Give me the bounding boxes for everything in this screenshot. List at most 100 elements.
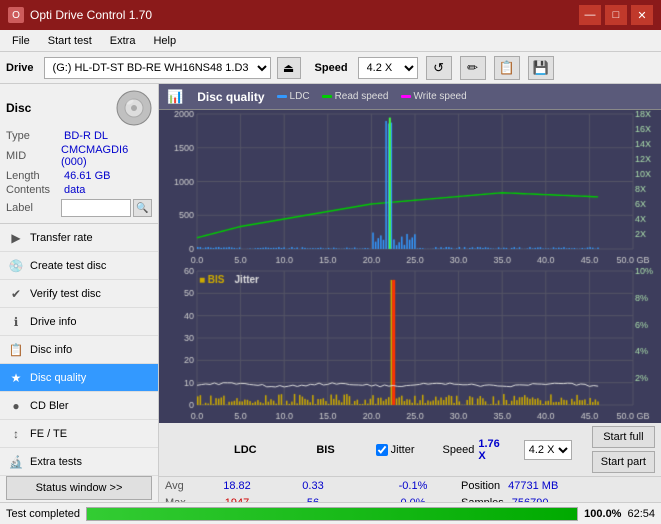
disc-info-icon: 📋: [8, 342, 24, 358]
close-button[interactable]: ✕: [631, 5, 653, 25]
stats-header: LDC BIS Jitter Speed 1.76 X 4.2 X Start …: [159, 423, 661, 477]
verify-test-disc-label: Verify test disc: [30, 288, 101, 300]
label-field-label: Label: [6, 202, 61, 214]
menu-item-help[interactable]: Help: [145, 33, 184, 49]
extra-tests-icon: 🔬: [8, 454, 24, 470]
jitter-checkbox[interactable]: [376, 444, 388, 456]
max-label: Max: [165, 497, 197, 503]
label-row: Label 🔍: [6, 199, 152, 217]
cd-bler-label: CD Bler: [30, 400, 69, 412]
extra-tests-label: Extra tests: [30, 456, 82, 468]
fe-te-icon: ↕: [8, 426, 24, 442]
bis-header: BIS: [295, 444, 355, 456]
sidebar-item-drive-info[interactable]: ℹ Drive info: [0, 308, 158, 336]
sidebar-item-fe-te[interactable]: ↕ FE / TE: [0, 420, 158, 448]
drive-info-label: Drive info: [30, 316, 76, 328]
sidebar-item-disc-quality[interactable]: ★ Disc quality: [0, 364, 158, 392]
avg-label: Avg: [165, 480, 197, 492]
disc-quality-icon: ★: [8, 370, 24, 386]
nav-items: ▶ Transfer rate 💿 Create test disc ✔Verify t…: [0, 224, 158, 476]
speed-stat-select[interactable]: 4.2 X: [524, 440, 572, 460]
title-text: Opti Drive Control 1.70: [30, 8, 152, 22]
status-window-button[interactable]: Status window >>: [6, 476, 152, 500]
write-speed-legend: Write speed: [401, 91, 467, 102]
disc-header: Disc: [6, 90, 152, 126]
top-chart: [159, 110, 661, 267]
progress-bar-container: Test completed 100.0% 62:54: [0, 502, 661, 524]
progress-bar-inner: [87, 508, 577, 520]
read-speed-legend: Read speed: [322, 91, 389, 102]
menu-item-file[interactable]: File: [4, 33, 38, 49]
drive-label: Drive: [6, 62, 34, 74]
start-part-button[interactable]: Start part: [592, 451, 655, 473]
sidebar-item-cd-bler[interactable]: ● CD Bler: [0, 392, 158, 420]
minimize-button[interactable]: —: [579, 5, 601, 25]
bottom-chart: [159, 267, 661, 423]
speed-select[interactable]: 4.2 X: [358, 57, 418, 79]
sidebar-item-disc-info[interactable]: 📋 Disc info: [0, 336, 158, 364]
progress-bar-outer: [86, 507, 578, 521]
position-label: Position: [461, 480, 500, 492]
drive-info-icon: ℹ: [8, 314, 24, 330]
avg-bis: 0.33: [277, 480, 349, 492]
label-button[interactable]: 🔍: [133, 199, 152, 217]
bottom-chart-canvas: [159, 267, 661, 423]
copy-button[interactable]: 📋: [494, 56, 520, 80]
max-ldc: 1947: [201, 497, 273, 503]
transfer-rate-icon: ▶: [8, 230, 24, 246]
disc-quality-label: Disc quality: [30, 372, 86, 384]
sidebar-item-verify-test-disc[interactable]: ✔Verify test disc: [0, 280, 158, 308]
sidebar-item-create-test-disc[interactable]: 💿 Create test disc: [0, 252, 158, 280]
max-bis: 56: [277, 497, 349, 503]
progress-percent: 100.0%: [584, 508, 621, 520]
start-full-button[interactable]: Start full: [592, 426, 655, 448]
avg-ldc: 18.82: [201, 480, 273, 492]
disc-field-type: TypeBD-R DL: [6, 130, 152, 142]
edit-button[interactable]: ✏: [460, 56, 486, 80]
menu-item-start-test[interactable]: Start test: [40, 33, 100, 49]
create-test-disc-label: Create test disc: [30, 260, 106, 272]
cd-bler-icon: ●: [8, 398, 24, 414]
speed-stat-label: Speed: [443, 444, 475, 456]
max-row: Max 1947 56 0.0% Samples 756790: [165, 494, 655, 502]
eject-button[interactable]: ⏏: [277, 57, 301, 79]
maximize-button[interactable]: □: [605, 5, 627, 25]
label-input[interactable]: [61, 199, 131, 217]
avg-row: Avg 18.82 0.33 -0.1% Position 47731 MB: [165, 477, 655, 494]
title-controls: — □ ✕: [579, 5, 653, 25]
disc-title: Disc: [6, 101, 31, 115]
max-jitter: 0.0%: [377, 497, 449, 503]
title-bar: O Opti Drive Control 1.70 — □ ✕: [0, 0, 661, 30]
drive-select[interactable]: (G:) HL-DT-ST BD-RE WH16NS48 1.D3: [44, 57, 271, 79]
main-area: Disc TypeBD-R DLMIDCMCMAGDI6 (000)Length…: [0, 84, 661, 502]
content-area: 📊 Disc quality LDC Read speed Write spee…: [159, 84, 661, 502]
chart-header: 📊 Disc quality LDC Read speed Write spee…: [159, 84, 661, 110]
speed-stat-value: 1.76 X: [478, 438, 499, 462]
fe-te-label: FE / TE: [30, 428, 67, 440]
disc-field-mid: MIDCMCMAGDI6 (000): [6, 144, 152, 168]
samples-value: 756790: [512, 497, 549, 503]
ldc-header: LDC: [215, 444, 275, 456]
sidebar: Disc TypeBD-R DLMIDCMCMAGDI6 (000)Length…: [0, 84, 159, 502]
stats-rows: Avg 18.82 0.33 -0.1% Position 47731 MB M…: [159, 477, 661, 502]
refresh-button[interactable]: ↺: [426, 56, 452, 80]
status-text: Test completed: [6, 508, 80, 520]
app-icon: O: [8, 7, 24, 23]
jitter-label: Jitter: [391, 444, 415, 456]
drive-bar: Drive (G:) HL-DT-ST BD-RE WH16NS48 1.D3 …: [0, 52, 661, 84]
transfer-rate-label: Transfer rate: [30, 232, 93, 244]
disc-field-contents: Contentsdata: [6, 184, 152, 196]
menu-bar: FileStart testExtraHelp: [0, 30, 661, 52]
disc-info-label: Disc info: [30, 344, 72, 356]
disc-panel: Disc TypeBD-R DLMIDCMCMAGDI6 (000)Length…: [0, 84, 158, 224]
create-test-disc-icon: 💿: [8, 258, 24, 274]
ldc-legend: LDC: [277, 91, 310, 102]
sidebar-item-extra-tests[interactable]: 🔬 Extra tests: [0, 448, 158, 476]
action-buttons: Start full Start part: [592, 426, 655, 473]
samples-label: Samples: [461, 497, 504, 503]
stats-bar: LDC BIS Jitter Speed 1.76 X 4.2 X Start …: [159, 422, 661, 502]
speed-label: Speed: [315, 62, 348, 74]
menu-item-extra[interactable]: Extra: [102, 33, 144, 49]
save-button[interactable]: 💾: [528, 56, 554, 80]
sidebar-item-transfer-rate[interactable]: ▶ Transfer rate: [0, 224, 158, 252]
